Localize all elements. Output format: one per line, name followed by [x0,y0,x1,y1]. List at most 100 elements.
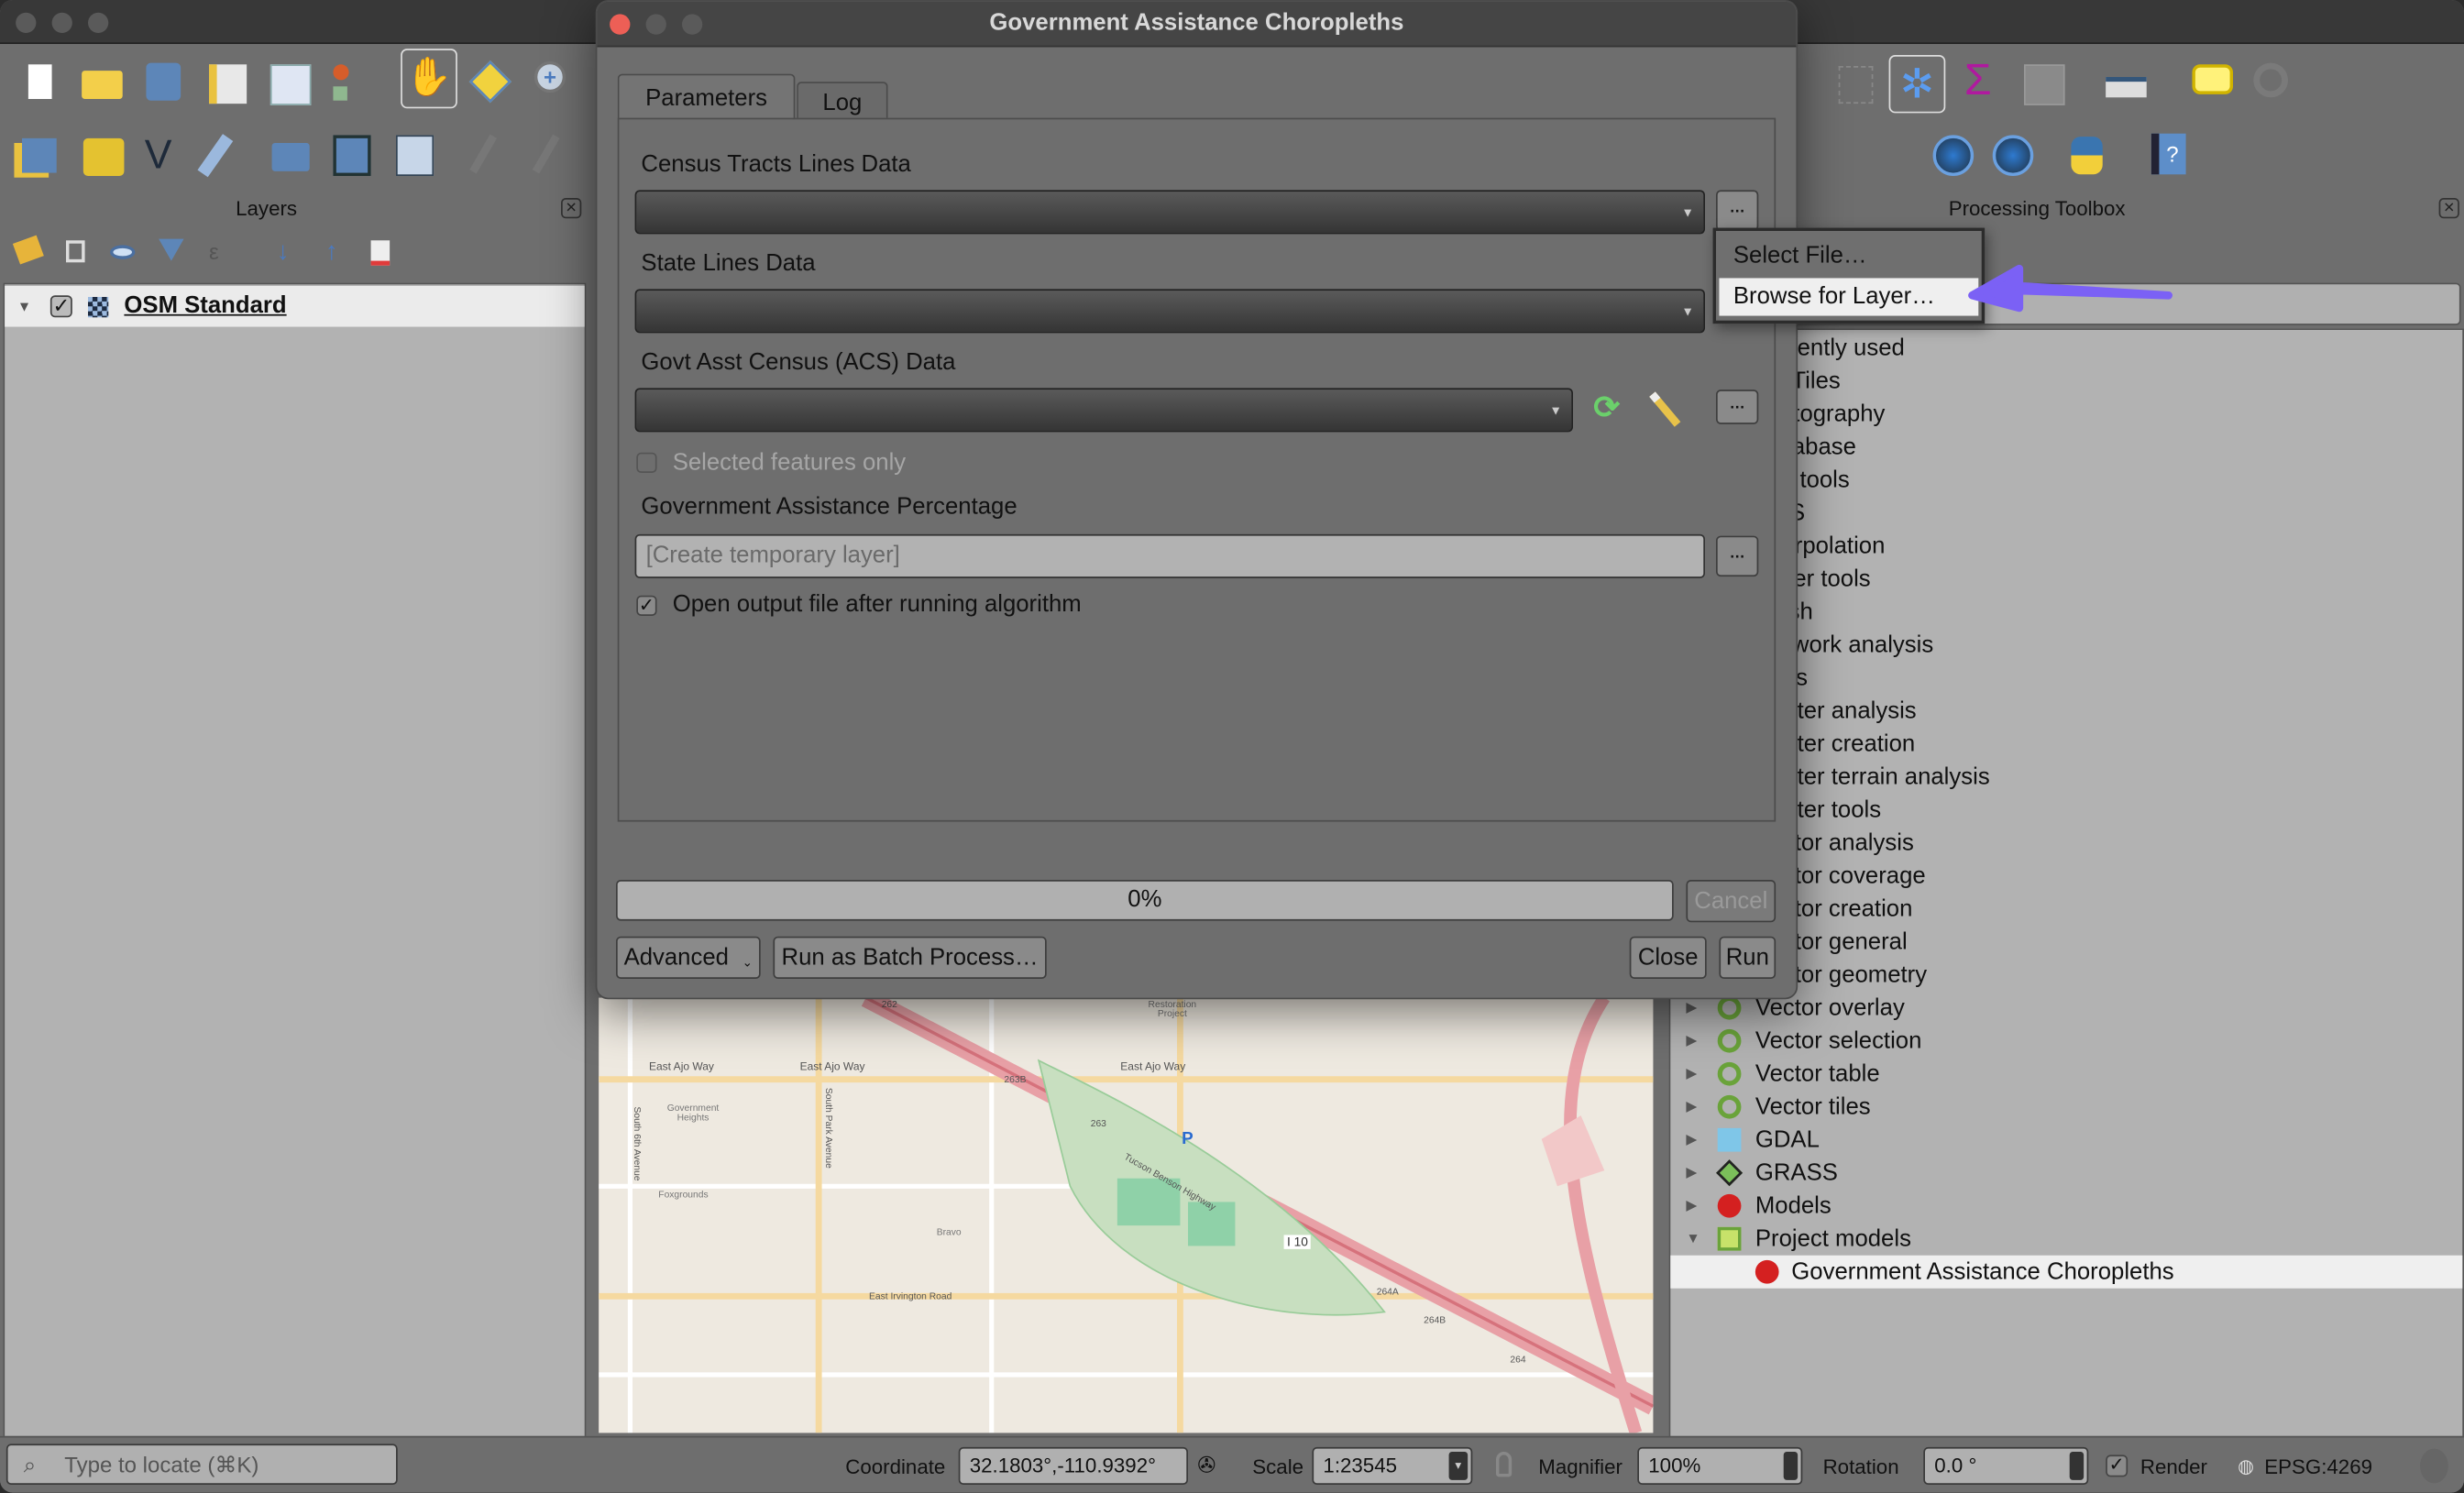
tab-parameters[interactable]: Parameters [617,73,796,120]
help-icon[interactable]: ? [2150,133,2186,175]
dialog-zoom-button[interactable] [682,14,703,35]
output-browse-button[interactable]: … [1716,535,1759,577]
acs-browse-button[interactable]: … [1716,390,1759,424]
save-project-icon[interactable] [146,62,182,101]
dialog-close-button[interactable] [610,14,631,35]
close-window-button[interactable] [16,12,37,34]
minimize-window-button[interactable] [51,12,72,34]
close-toolbox-panel-icon[interactable]: ✕ [2438,198,2459,219]
menu-item-select-file[interactable]: Select File… [1719,237,1978,275]
wrench-settings-icon[interactable] [1649,391,1681,427]
expression-filter-icon[interactable]: ε [209,239,219,264]
close-button[interactable]: Close [1629,936,1707,980]
pan-hand-icon[interactable]: ✋ [401,49,457,109]
layer-visibility-checkbox[interactable]: ✓ [50,295,72,318]
attribute-table-icon[interactable] [1838,66,1874,104]
output-file-input[interactable]: [Create temporary layer] [634,533,1706,578]
new-geopackage-icon[interactable] [82,137,125,177]
scale-dropdown-icon[interactable]: ▾ [1448,1452,1468,1480]
style-manager-icon[interactable] [333,64,349,81]
close-layers-panel-icon[interactable]: ✕ [561,198,582,219]
census-tracts-browse-button[interactable]: … [1716,190,1759,232]
toolbox-group-item[interactable]: ▶ GRASS [1670,1157,2462,1190]
expand-all-icon[interactable]: ↓ [277,239,290,268]
add-group-icon[interactable] [66,240,85,263]
locate-search-input[interactable]: ⌕ Type to locate (⌘K) [6,1444,398,1486]
scale-combo[interactable]: 1:23545 ▾ [1312,1446,1473,1486]
advanced-button[interactable]: Advanced ⌄ [616,936,761,980]
menu-item-browse-for-layer[interactable]: Browse for Layer… [1719,278,1979,316]
processing-toolbox-icon[interactable]: ✲ [1888,55,1946,114]
python-console-icon[interactable] [2071,137,2103,175]
toolbox-model-item[interactable]: Government Assistance Choropleths [1670,1255,2463,1289]
expand-triangle-icon[interactable]: ▶ [1686,1124,1697,1157]
dialog-minimize-button[interactable] [645,14,666,35]
lock-scale-icon[interactable] [1496,1452,1512,1477]
render-checkbox[interactable]: ✓ [2106,1455,2128,1477]
measure-icon[interactable] [2106,77,2147,98]
toolbox-group-item[interactable]: ▶ Vector table [1670,1058,2462,1091]
zoom-window-button[interactable] [88,12,109,34]
style-brush-icon[interactable] [12,235,44,265]
rotation-spin-icon[interactable] [2069,1452,2084,1480]
state-lines-combo[interactable]: ▼ [634,289,1706,334]
magnifier-spinbox[interactable]: 100% [1637,1446,1803,1486]
expand-triangle-icon[interactable]: ▶ [1686,1025,1697,1058]
acs-combo[interactable]: ▼ [634,388,1574,433]
expand-triangle-icon[interactable]: ▶ [1686,1190,1697,1223]
layout-manager-icon[interactable] [270,64,312,105]
pan-to-selection-icon[interactable] [468,60,512,104]
add-wms-icon[interactable] [1932,135,1974,177]
messages-icon[interactable] [2420,1448,2448,1484]
crs-button[interactable]: EPSG:4269 [2264,1455,2372,1478]
cancel-button[interactable]: Cancel [1686,880,1776,923]
open-project-icon[interactable] [82,71,123,100]
map-tips-icon[interactable] [2192,64,2234,94]
new-temp-layer-icon[interactable] [396,135,434,177]
open-output-checkbox[interactable]: ✓ [636,596,657,617]
layer-row-osm[interactable]: ▼ ✓ OSM Standard [5,286,585,327]
rotation-spinbox[interactable]: 0.0 ° [1923,1446,2089,1486]
collapse-triangle-icon[interactable]: ▼ [1686,1223,1700,1256]
run-action-icon[interactable] [2253,62,2289,98]
magnifier-spin-icon[interactable] [1783,1452,1798,1480]
run-button[interactable]: Run [1719,936,1776,980]
expand-triangle-icon[interactable]: ▶ [1686,1058,1697,1091]
toggle-extents-icon[interactable]: ✇ [1197,1452,1216,1478]
iterate-icon[interactable]: ⟳ [1593,388,1620,427]
edit-pencils-icon[interactable] [469,134,497,174]
new-virtual-layer-icon[interactable] [271,143,310,171]
add-layer-icon[interactable] [22,137,57,173]
layer-name[interactable]: OSM Standard [124,286,286,327]
new-print-layout-icon[interactable] [209,64,248,104]
filter-icon[interactable] [159,238,184,261]
expand-triangle-icon[interactable]: ▶ [1686,1091,1697,1124]
toolbox-group-item[interactable]: ▶ Vector tiles [1670,1091,2462,1124]
digitize-icon[interactable] [197,134,234,178]
toolbox-group-item[interactable]: ▶ Models [1670,1190,2462,1223]
remove-layer-icon[interactable] [370,240,390,266]
toolbox-group-item[interactable]: ▶ Vector selection [1670,1025,2462,1058]
run-batch-button[interactable]: Run as Batch Process… [773,936,1047,980]
zoom-in-icon[interactable]: + [534,60,566,93]
edit-pencil-icon[interactable] [532,134,560,174]
collapse-triangle-icon[interactable]: ▼ [17,286,31,327]
coordinate-field[interactable]: 32.1803°,-110.9392° [958,1446,1189,1486]
new-mesh-icon[interactable] [333,135,371,177]
new-vertex-layer-icon[interactable]: V [145,130,172,179]
collapse-all-icon[interactable]: ↑ [325,239,338,268]
open-table-icon[interactable] [2024,64,2065,105]
metasearch-icon[interactable] [1992,135,2034,177]
census-tracts-combo[interactable]: ▼ [634,190,1706,235]
layers-tree[interactable]: ▼ ✓ OSM Standard [3,282,587,1438]
visibility-eye-icon[interactable] [110,245,136,259]
selected-features-checkbox[interactable] [636,452,657,474]
new-project-icon[interactable] [28,64,52,100]
statistics-sigma-icon[interactable]: Σ [1964,55,1992,105]
tab-log[interactable]: Log [797,82,888,118]
expand-triangle-icon[interactable]: ▶ [1686,1157,1697,1190]
toolbox-group-item[interactable]: ▶ GDAL [1670,1124,2462,1157]
parking-icon: P [1182,1129,1194,1149]
toolbox-group-item[interactable]: ▼ Project models [1670,1223,2462,1256]
map-canvas[interactable]: East Ajo Way East Ajo Way East Ajo Way G… [599,997,1654,1433]
